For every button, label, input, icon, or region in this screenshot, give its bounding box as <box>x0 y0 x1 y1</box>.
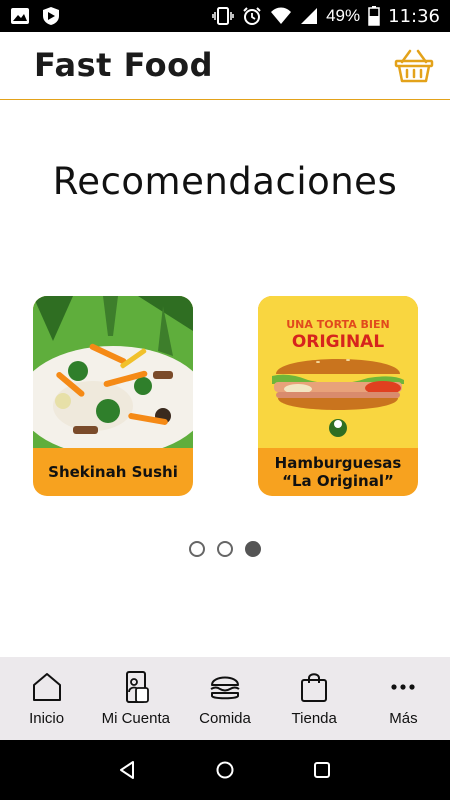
home-icon <box>32 673 61 701</box>
restaurant-card-hamburguesas-la-original[interactable]: UNA TORTA BIEN ORIGINAL Hamburguesas “La… <box>258 296 418 496</box>
app-bar: Fast Food <box>0 32 450 100</box>
status-bar: 49% 11:36 <box>0 0 450 32</box>
battery-icon <box>368 6 380 26</box>
basket-icon[interactable] <box>394 48 434 84</box>
account-phone-icon <box>125 671 149 703</box>
clock: 11:36 <box>388 5 440 27</box>
section-title: Recomendaciones <box>52 160 398 203</box>
shopping-bag-icon <box>301 673 328 702</box>
nav-item-comida[interactable]: Comida <box>180 670 269 727</box>
card-image-food <box>33 296 193 448</box>
more-dots-icon <box>391 684 416 690</box>
nav-label: Comida <box>199 710 251 727</box>
nav-item-tienda[interactable]: Tienda <box>270 670 359 727</box>
gallery-icon <box>11 8 29 24</box>
bottom-navigation: Inicio Mi Cuenta Comida Tienda Más <box>0 657 450 740</box>
card-image-burger: UNA TORTA BIEN ORIGINAL <box>258 296 418 448</box>
alarm-icon <box>243 7 261 25</box>
status-left <box>10 6 60 26</box>
recents-icon[interactable] <box>311 759 333 781</box>
carousel-dot-active[interactable] <box>245 541 261 557</box>
nav-label: Mi Cuenta <box>101 710 170 727</box>
vibrate-icon <box>212 7 234 25</box>
nav-item-mi-cuenta[interactable]: Mi Cuenta <box>91 670 180 727</box>
back-icon[interactable] <box>117 759 139 781</box>
system-navigation-bar <box>0 740 450 800</box>
burger-icon <box>210 676 240 700</box>
nav-item-mas[interactable]: Más <box>359 670 448 727</box>
app-title: Fast Food <box>34 46 213 84</box>
carousel-indicator <box>0 541 450 557</box>
status-right: 49% 11:36 <box>212 6 440 27</box>
carousel-dot[interactable] <box>189 541 205 557</box>
nav-label: Tienda <box>291 710 337 727</box>
carousel-dot[interactable] <box>217 541 233 557</box>
image-tagline: UNA TORTA BIEN <box>286 318 390 331</box>
home-button-icon[interactable] <box>214 759 236 781</box>
image-headline: ORIGINAL <box>292 332 385 352</box>
nav-item-inicio[interactable]: Inicio <box>2 670 91 727</box>
restaurant-card-shekinah-sushi[interactable]: Shekinah Sushi <box>33 296 193 496</box>
card-label: Hamburguesas “La Original” <box>274 454 402 490</box>
shield-icon <box>43 7 59 25</box>
signal-icon <box>301 8 318 24</box>
nav-label: Más <box>389 710 418 727</box>
nav-label: Inicio <box>29 710 65 727</box>
card-label: Shekinah Sushi <box>48 463 178 481</box>
wifi-icon <box>271 7 292 24</box>
battery-percent: 49% <box>326 6 361 25</box>
